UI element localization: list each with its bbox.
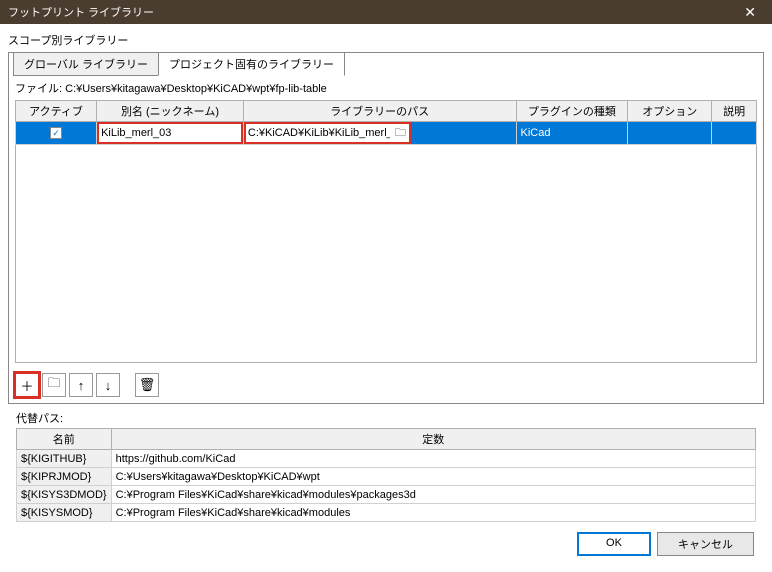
col-options[interactable]: オプション xyxy=(628,101,712,122)
subs-col-name[interactable]: 名前 xyxy=(17,429,112,450)
ok-button[interactable]: OK xyxy=(577,532,651,556)
folder-icon[interactable]: 🗀 xyxy=(392,124,409,143)
path-cell[interactable]: 🗀 xyxy=(243,122,516,145)
subs-name: ${KIPRJMOD} xyxy=(17,468,112,486)
tab-project[interactable]: プロジェクト固有のライブラリー xyxy=(158,52,345,76)
col-path[interactable]: ライブラリーのパス xyxy=(243,101,516,122)
col-nickname[interactable]: 別名 (ニックネーム) xyxy=(97,101,244,122)
col-active[interactable]: アクティブ xyxy=(16,101,97,122)
toolbar: ＋ 🗀 ↑ ↓ 🗑 xyxy=(9,369,763,403)
tabs: グローバル ライブラリー プロジェクト固有のライブラリー xyxy=(13,52,763,76)
nickname-cell[interactable] xyxy=(97,122,244,145)
table-empty-area[interactable] xyxy=(15,145,757,363)
scope-label: スコープ別ライブラリー xyxy=(8,32,764,48)
file-label: ファイル: xyxy=(15,83,62,95)
nickname-input[interactable] xyxy=(99,124,241,142)
file-path: C:¥Users¥kitagawa¥Desktop¥KiCAD¥wpt¥fp-l… xyxy=(65,83,327,95)
subs-name: ${KISYS3DMOD} xyxy=(17,486,112,504)
library-table: アクティブ 別名 (ニックネーム) ライブラリーのパス プラグインの種類 オプシ… xyxy=(15,100,757,145)
window-title: フットプリント ライブラリー xyxy=(8,4,154,20)
tab-global[interactable]: グローバル ライブラリー xyxy=(13,52,159,76)
file-line: ファイル: C:¥Users¥kitagawa¥Desktop¥KiCAD¥wp… xyxy=(9,76,763,100)
subs-value: https://github.com/KiCad xyxy=(111,450,755,468)
add-button[interactable]: ＋ xyxy=(15,373,39,397)
options-cell[interactable] xyxy=(628,122,712,145)
titlebar: フットプリント ライブラリー ✕ xyxy=(0,0,772,24)
substitution-table: 名前 定数 ${KIGITHUB}https://github.com/KiCa… xyxy=(16,428,756,522)
subs-col-value[interactable]: 定数 xyxy=(111,429,755,450)
scope-group: グローバル ライブラリー プロジェクト固有のライブラリー ファイル: C:¥Us… xyxy=(8,52,764,404)
col-plugin[interactable]: プラグインの種類 xyxy=(516,101,628,122)
table-row[interactable]: ✓ 🗀 KiCad xyxy=(16,122,757,145)
delete-button[interactable]: 🗑 xyxy=(135,373,159,397)
cancel-button[interactable]: キャンセル xyxy=(657,532,754,556)
desc-cell[interactable] xyxy=(712,122,757,145)
close-icon[interactable]: ✕ xyxy=(736,2,764,23)
subs-value: C:¥Users¥kitagawa¥Desktop¥KiCAD¥wpt xyxy=(111,468,755,486)
path-input[interactable] xyxy=(246,127,392,139)
dialog-buttons: OK キャンセル xyxy=(8,522,764,564)
subs-row[interactable]: ${KIPRJMOD}C:¥Users¥kitagawa¥Desktop¥KiC… xyxy=(17,468,756,486)
subs-row[interactable]: ${KISYS3DMOD}C:¥Program Files¥KiCad¥shar… xyxy=(17,486,756,504)
plugin-cell[interactable]: KiCad xyxy=(516,122,628,145)
col-desc[interactable]: 説明 xyxy=(712,101,757,122)
subs-row[interactable]: ${KIGITHUB}https://github.com/KiCad xyxy=(17,450,756,468)
subs-label: 代替パス: xyxy=(16,410,764,426)
move-up-button[interactable]: ↑ xyxy=(69,373,93,397)
subs-name: ${KIGITHUB} xyxy=(17,450,112,468)
checkbox-icon[interactable]: ✓ xyxy=(50,127,62,139)
browse-button[interactable]: 🗀 xyxy=(42,373,66,397)
active-cell[interactable]: ✓ xyxy=(16,122,97,145)
subs-value: C:¥Program Files¥KiCad¥share¥kicad¥modul… xyxy=(111,486,755,504)
move-down-button[interactable]: ↓ xyxy=(96,373,120,397)
